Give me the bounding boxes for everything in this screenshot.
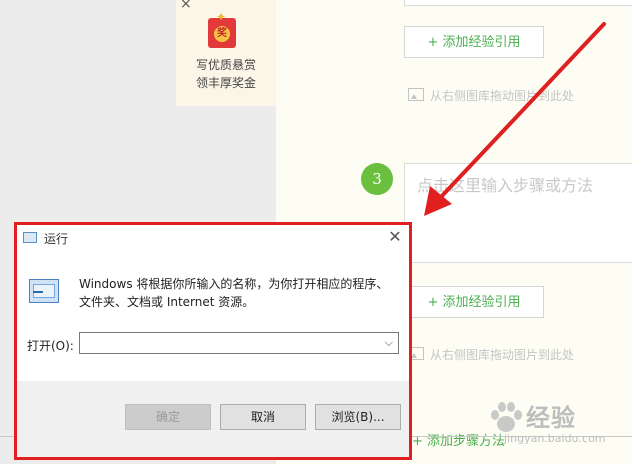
run-icon [29,279,61,305]
close-icon[interactable]: × [180,0,192,12]
watermark-url: jingyan.baidu.com [504,432,606,445]
browse-button[interactable]: 浏览(B)... [315,404,401,430]
ok-button[interactable]: 确定 [125,404,211,430]
drag-image-hint-1: 从右侧图库拖动图片到此处 [408,87,574,104]
reward-promo-card[interactable]: × ✦ 奖 写优质悬赏 领丰厚奖金 [176,0,276,106]
run-app-icon [23,232,37,243]
add-experience-button-1[interactable]: + 添加经验引用 [404,26,544,58]
promo-line-1: 写优质悬赏 [195,58,256,72]
reward-badge: 奖 [214,26,230,42]
chevron-down-icon[interactable]: ⌵ [385,336,393,350]
run-description: Windows 将根据你所输入的名称，为你打开相应的程序、 文件夹、文档或 In… [79,275,388,311]
promo-line-2: 领丰厚奖金 [195,76,256,90]
run-dialog-title: 运行 [44,232,69,246]
red-packet-icon: ✦ 奖 [206,10,238,48]
drag-hint-text: 从右侧图库拖动图片到此处 [430,348,575,362]
run-description-line-1: Windows 将根据你所输入的名称，为你打开相应的程序、 [79,277,389,291]
run-dialog-content: Windows 将根据你所输入的名称，为你打开相应的程序、 文件夹、文档或 In… [17,251,409,381]
open-label: 打开(O): [27,339,74,353]
run-description-line-2: 文件夹、文档或 Internet 资源。 [79,295,255,309]
previous-step-box[interactable] [404,0,632,6]
drag-image-hint-2: 从右侧图库拖动图片到此处 [408,346,574,363]
cancel-button[interactable]: 取消 [220,404,306,430]
close-button[interactable]: ✕ [385,227,405,247]
add-experience-button-2[interactable]: + 添加经验引用 [404,286,544,318]
run-dialog: 运行 ✕ Windows 将根据你所输入的名称，为你打开相应的程序、 文件夹、文… [17,225,409,457]
image-icon [408,88,424,101]
drag-hint-text: 从右侧图库拖动图片到此处 [430,89,575,103]
open-combobox[interactable]: ⌵ [79,332,399,354]
baidu-jingyan-watermark: 经验 jingyan.baidu.com [486,398,626,450]
run-dialog-title-bar[interactable]: 运行 ✕ [17,225,409,251]
step-number-badge: 3 [361,163,393,195]
step-placeholder: 点击这里输入步骤或方法 [417,176,594,195]
watermark-text: 经验 [526,404,576,432]
step-input[interactable]: 点击这里输入步骤或方法 [404,163,632,263]
